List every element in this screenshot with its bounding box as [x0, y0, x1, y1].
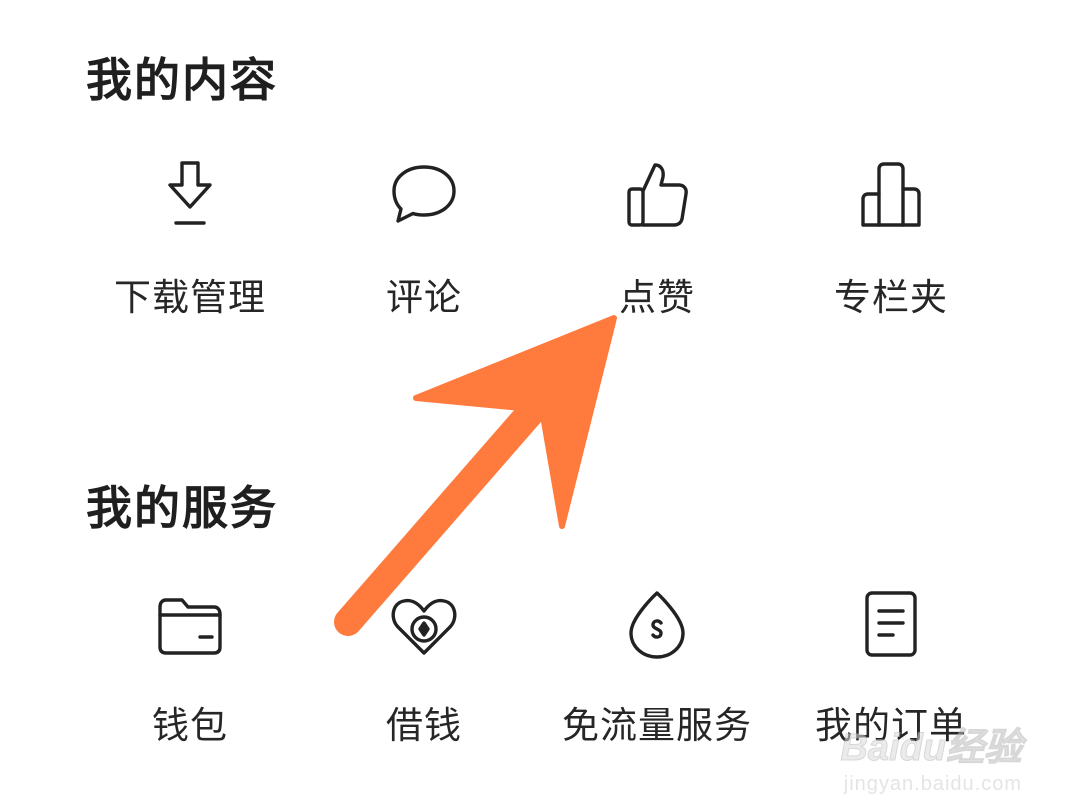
heart-coin-icon [391, 598, 457, 655]
menu-item-borrow-money[interactable]: 借钱 [304, 585, 544, 765]
menu-item-column-folder[interactable]: 专栏夹 [771, 155, 1011, 335]
menu-item-free-data[interactable]: 免流量服务 [537, 585, 777, 765]
menu-item-label: 钱包 [152, 704, 228, 747]
menu-item-wallet[interactable]: 钱包 [70, 585, 310, 765]
menu-item-label: 评论 [386, 276, 462, 319]
menu-item-label: 点赞 [619, 276, 695, 319]
comment-icon [392, 165, 456, 223]
bar-chart-icon [861, 162, 921, 227]
menu-item-comments[interactable]: 评论 [304, 155, 544, 335]
menu-item-label: 专栏夹 [834, 276, 948, 319]
menu-item-label: 借钱 [386, 704, 462, 747]
menu-item-label: 下载管理 [114, 276, 266, 319]
wallet-icon [158, 598, 222, 655]
order-list-icon [865, 591, 917, 657]
watermark-brand: Baidu经验 [840, 727, 1023, 770]
menu-item-download-manager[interactable]: 下载管理 [70, 155, 310, 335]
section-title-services: 我的服务 [86, 481, 278, 535]
menu-item-likes[interactable]: 点赞 [537, 155, 777, 335]
section-title-content: 我的内容 [86, 53, 278, 107]
water-drop-icon [629, 591, 685, 659]
baidu-jingyan-watermark: Baidu经验 jingyan.baidu.com [812, 716, 1023, 796]
thumbs-up-icon [627, 163, 688, 227]
watermark-url: jingyan.baidu.com [843, 773, 1022, 795]
menu-item-label: 免流量服务 [562, 704, 752, 747]
download-icon [168, 161, 212, 225]
